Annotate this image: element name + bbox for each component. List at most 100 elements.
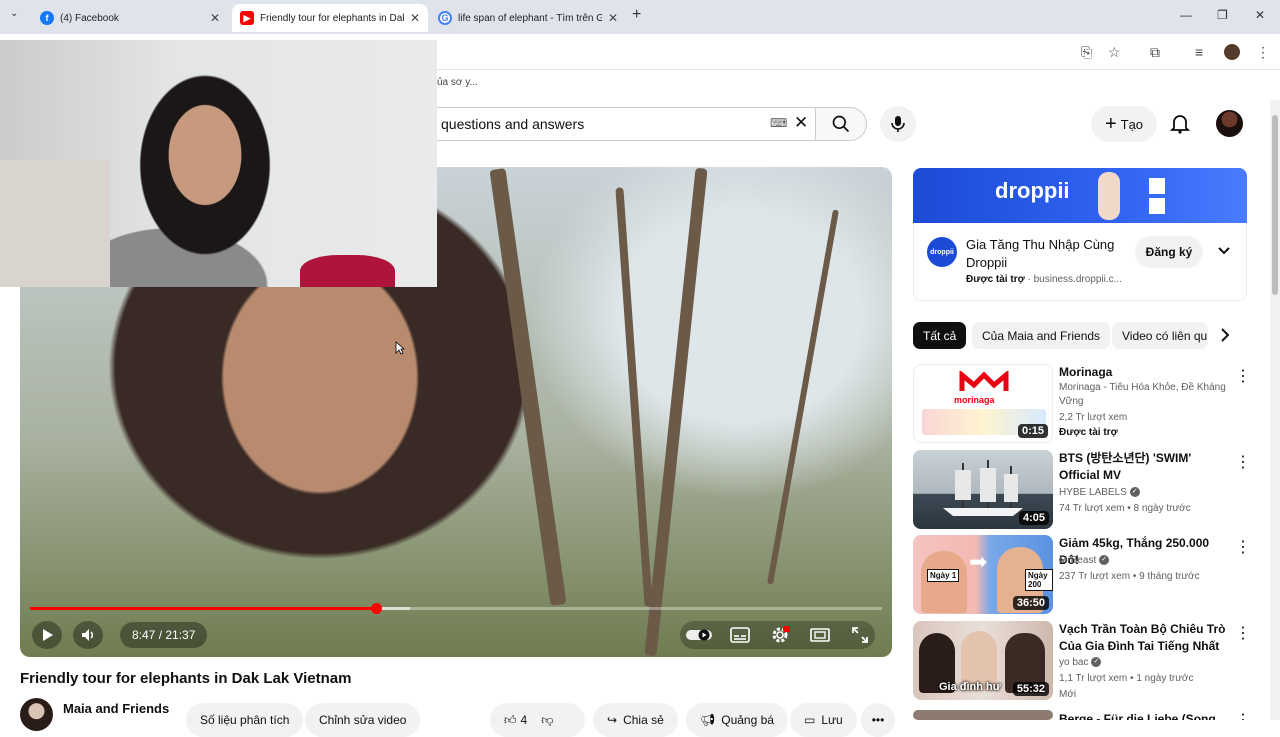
search-icon [832,115,850,133]
miniplayer-button[interactable] [805,621,835,649]
edit-video-label: Chỉnh sửa video [319,713,407,727]
subscribe-button[interactable]: Đăng ký [1135,236,1203,268]
webcam-overlay [0,40,437,287]
tab-facebook[interactable]: f (4) Facebook ✕ [32,4,228,32]
more-options-icon[interactable]: ⋮ [1235,366,1251,386]
search-button[interactable] [815,107,867,141]
ad-sponsor-line: Được tài trợ · business.droppii.c... [966,274,1122,285]
advertiser-logo[interactable]: droppii [927,237,957,267]
chevron-right-icon[interactable] [1218,327,1232,343]
video-title[interactable]: Berge - Für die Liebe (Song für... [1059,711,1229,720]
search-query-text: questions and answers [441,116,585,132]
bookmark-star-icon[interactable]: ☆ [1108,44,1121,61]
install-icon[interactable]: ⎘ [1081,44,1092,61]
edit-video-button[interactable]: Chỉnh sửa video [305,703,421,737]
progress-played [30,607,376,610]
close-tab-icon[interactable]: ✕ [410,11,420,25]
channel-name[interactable]: HYBE LABELS [1059,487,1127,498]
more-actions-button[interactable]: ••• [861,703,895,737]
channel-name[interactable]: MrBeast [1059,555,1096,566]
time-text: 8:47 / 21:37 [132,628,196,642]
video-duration: 55:32 [1012,682,1049,696]
like-icon[interactable]: 👍︎ [504,713,517,728]
search-input[interactable]: questions and answers [430,107,816,141]
ad-title[interactable]: Gia Tăng Thu Nhập Cùng Droppii [966,236,1126,272]
chevron-down-icon[interactable] [1217,244,1231,258]
settings-button[interactable] [765,621,795,649]
clear-search-icon[interactable]: ✕ [794,113,808,133]
more-options-icon[interactable]: ⋮ [1235,710,1251,720]
channel-line: HYBE LABELS ✓ [1059,486,1229,500]
close-tab-icon[interactable]: ✕ [608,11,618,25]
video-thumbnail[interactable]: 4:05 [913,450,1053,529]
minimize-icon[interactable]: — [1180,8,1192,22]
promote-button[interactable]: 📢︎ Quảng bá [686,703,788,737]
media-control-icon[interactable]: ≡ [1195,44,1203,60]
webcam-pillow [300,255,395,287]
close-tab-icon[interactable]: ✕ [210,11,220,25]
subtitles-button[interactable] [725,621,755,649]
ad-banner[interactable]: droppii [913,168,1247,223]
like-dislike-group: 👍︎ 4 👎︎ [490,703,585,737]
new-tab-icon[interactable]: + [632,6,641,24]
share-icon: ↪ [607,713,618,727]
bookmark-item[interactable]: ủa sơ y... [437,77,478,88]
more-options-icon[interactable]: ⋮ [1235,537,1251,557]
maximize-icon[interactable]: ❐ [1217,8,1228,22]
dislike-icon[interactable]: 👎︎ [541,713,553,728]
channel-name[interactable]: yo bac [1059,657,1088,668]
volume-button[interactable] [73,621,103,649]
video-thumbnail[interactable]: morinaga 0:15 [913,364,1053,443]
more-options-icon[interactable]: ⋮ [1235,452,1251,472]
chip-related[interactable]: Video có liên qu [1112,322,1208,349]
notifications-bell-icon[interactable] [1168,111,1192,135]
recommendation-item[interactable]: 4:05 BTS (방탄소년단) 'SWIM' Official MV HYBE… [913,450,1258,530]
create-label: Tạo [1120,116,1144,132]
video-stats: 237 Tr lượt xem • 9 tháng trước [1059,571,1200,582]
tab-search-icon[interactable]: ⌄ [10,8,18,19]
mouse-cursor-icon [395,341,405,355]
recommendation-item[interactable]: ➡ Ngày 1 Ngày 200 36:50 Giảm 45kg, Thắng… [913,535,1258,615]
channel-name[interactable]: Maia and Friends [63,701,169,716]
video-title[interactable]: BTS (방탄소년단) 'SWIM' Official MV [1059,450,1229,484]
autoplay-toggle[interactable] [684,621,714,649]
channel-avatar[interactable] [20,698,53,731]
video-thumbnail[interactable]: Gia đình hư 55:32 [913,621,1053,700]
recommendation-item[interactable]: morinaga 0:15 Morinaga Morinaga - Tiêu H… [913,364,1258,444]
extensions-icon[interactable]: ⧉ [1150,44,1160,61]
voice-search-button[interactable] [880,106,916,142]
share-button[interactable]: ↪ Chia sẻ [593,703,678,737]
megaphone-icon: 📢︎ [700,713,716,727]
save-icon: ▭ [804,713,816,727]
scrollbar-thumb[interactable] [1272,115,1278,295]
account-avatar[interactable] [1216,110,1243,137]
theater-mode-icon [810,628,830,642]
save-button[interactable]: ▭ Lưu [790,703,857,737]
video-thumbnail[interactable]: ➡ Ngày 1 Ngày 200 36:50 [913,535,1053,614]
keyboard-icon[interactable]: ⌨ [770,116,787,130]
like-count: 4 [520,713,528,727]
video-thumbnail[interactable] [913,710,1053,720]
close-window-icon[interactable]: ✕ [1255,8,1265,22]
play-button[interactable] [32,621,62,649]
video-title[interactable]: Vạch Trần Toàn Bộ Chiêu Trò Của Gia Đình… [1059,621,1229,655]
tab-youtube[interactable]: ▶ Friendly tour for elephants in Dak ✕ [232,4,428,32]
morinaga-logo-text: morinaga [954,395,995,405]
tab-google[interactable]: G life span of elephant - Tìm trên Go ✕ [430,4,626,32]
browser-menu-icon[interactable]: ⋮ [1256,44,1270,61]
create-button[interactable]: + Tạo [1091,106,1157,142]
video-title[interactable]: Morinaga [1059,364,1229,381]
thumbnail-label: Ngày 1 [927,569,960,582]
progress-scrubber[interactable] [370,603,382,614]
verified-icon: ✓ [1099,555,1110,566]
fullscreen-button[interactable] [845,621,875,649]
chip-all[interactable]: Tất cả [913,322,967,349]
more-options-icon[interactable]: ⋮ [1235,623,1251,643]
chip-channel[interactable]: Của Maia and Friends [972,322,1111,349]
analytics-button[interactable]: Số liệu phân tích [186,703,304,737]
profile-avatar[interactable] [1224,44,1240,60]
promote-label: Quảng bá [721,713,774,727]
recommendation-item[interactable]: Berge - Für die Liebe (Song für... ⋮ [913,710,1258,720]
recommendation-item[interactable]: Gia đình hư 55:32 Vạch Trần Toàn Bộ Chiê… [913,621,1258,701]
subscribe-label: Đăng ký [1145,245,1193,259]
